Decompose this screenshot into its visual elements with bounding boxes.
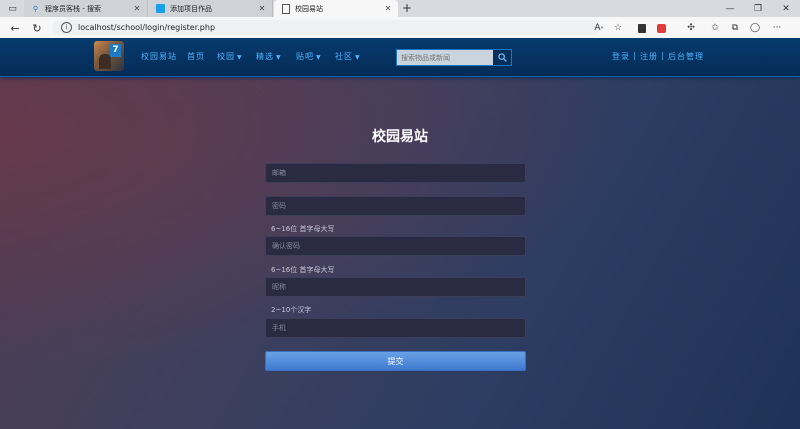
- nav-separator: |: [661, 51, 664, 60]
- extensions-icon[interactable]: ✣: [684, 21, 698, 35]
- favorites-icon[interactable]: ✩: [708, 21, 722, 35]
- form-title: 校园易站: [372, 129, 428, 145]
- phone-field[interactable]: [265, 318, 526, 338]
- site-icon: [156, 4, 165, 13]
- nav-item-campus[interactable]: 校园 ▼: [217, 51, 243, 62]
- new-tab-button[interactable]: +: [400, 1, 414, 15]
- email-field[interactable]: [265, 163, 526, 183]
- nickname-field[interactable]: [265, 277, 526, 297]
- tab-actions-icon[interactable]: ▭: [6, 2, 19, 15]
- confirm-password-field[interactable]: [265, 236, 526, 256]
- back-icon[interactable]: ←: [8, 21, 22, 35]
- site-search: [396, 49, 512, 66]
- site-logo[interactable]: 7: [94, 41, 124, 71]
- nav-item-brand[interactable]: 校园易站: [141, 51, 177, 62]
- favorite-add-icon[interactable]: ☆: [611, 21, 625, 35]
- browser-tab-strip: ▭ ⚲ 程序员客栈 - 搜索 ✕ 添加项目作品 ✕ 校园易站 ✕ + — ❐ ✕: [0, 0, 800, 17]
- address-bar: ← ↻ i localhost/school/login/register.ph…: [0, 17, 800, 39]
- url-text[interactable]: localhost/school/login/register.php: [78, 21, 215, 34]
- window-close-icon[interactable]: ✕: [772, 0, 800, 17]
- close-icon[interactable]: ✕: [257, 4, 267, 13]
- nav-separator: |: [633, 51, 636, 60]
- nav-item-home[interactable]: 首页: [187, 51, 205, 62]
- url-field[interactable]: i localhost/school/login/register.php: [52, 20, 600, 35]
- tab-title: 添加项目作品: [170, 4, 212, 13]
- collections-icon[interactable]: ⧉: [728, 21, 742, 35]
- nav-item-featured[interactable]: 精选 ▼: [256, 51, 282, 62]
- minimize-icon[interactable]: —: [716, 0, 744, 17]
- login-link[interactable]: 登录: [612, 51, 630, 62]
- search-input[interactable]: [397, 50, 493, 65]
- browser-tab-search[interactable]: ⚲ 程序员客栈 - 搜索 ✕: [24, 0, 148, 17]
- nav-item-forum[interactable]: 贴吧 ▼: [296, 51, 322, 62]
- caret-down-icon: ▼: [276, 54, 282, 61]
- search-icon: [497, 53, 507, 62]
- nav-item-community[interactable]: 社区 ▼: [335, 51, 361, 62]
- caret-down-icon: ▼: [237, 54, 243, 61]
- profile-icon[interactable]: ◯: [748, 21, 762, 35]
- close-icon[interactable]: ✕: [383, 4, 393, 13]
- search-icon: ⚲: [32, 4, 39, 13]
- caret-down-icon: ▼: [316, 54, 322, 61]
- info-icon[interactable]: i: [61, 22, 72, 33]
- tab-title: 程序员客栈 - 搜索: [45, 4, 101, 13]
- close-icon[interactable]: ✕: [132, 4, 142, 13]
- browser-tab-active[interactable]: 校园易站 ✕: [274, 0, 398, 17]
- password-hint: 6~16位 首字母大写: [271, 225, 335, 233]
- extension-red-icon[interactable]: [654, 21, 668, 35]
- browser-tab-project[interactable]: 添加项目作品 ✕: [149, 0, 273, 17]
- site-navbar: 7 校园易站 首页 校园▼ 精选▼ 贴吧▼ 社区▼ 登录 | 注册 | 后台管理: [0, 38, 800, 77]
- logo-badge: 7: [110, 44, 121, 57]
- tab-title: 校园易站: [295, 4, 323, 13]
- extension-icon[interactable]: [635, 21, 649, 35]
- page-content: 7 校园易站 首页 校园▼ 精选▼ 贴吧▼ 社区▼ 登录 | 注册 | 后台管理…: [0, 38, 800, 429]
- password-field[interactable]: [265, 196, 526, 216]
- search-button[interactable]: [493, 50, 511, 65]
- refresh-icon[interactable]: ↻: [30, 21, 44, 35]
- submit-button[interactable]: 提交: [265, 351, 526, 371]
- nickname-hint: 2~10个汉字: [271, 306, 312, 314]
- restore-icon[interactable]: ❐: [744, 0, 772, 17]
- confirm-password-hint: 6~16位 首字母大写: [271, 266, 335, 274]
- more-icon[interactable]: ···: [770, 21, 784, 35]
- read-aloud-icon[interactable]: A»: [592, 21, 606, 35]
- admin-link[interactable]: 后台管理: [668, 51, 704, 62]
- page-icon: [281, 3, 290, 14]
- register-link[interactable]: 注册: [640, 51, 658, 62]
- caret-down-icon: ▼: [355, 54, 361, 61]
